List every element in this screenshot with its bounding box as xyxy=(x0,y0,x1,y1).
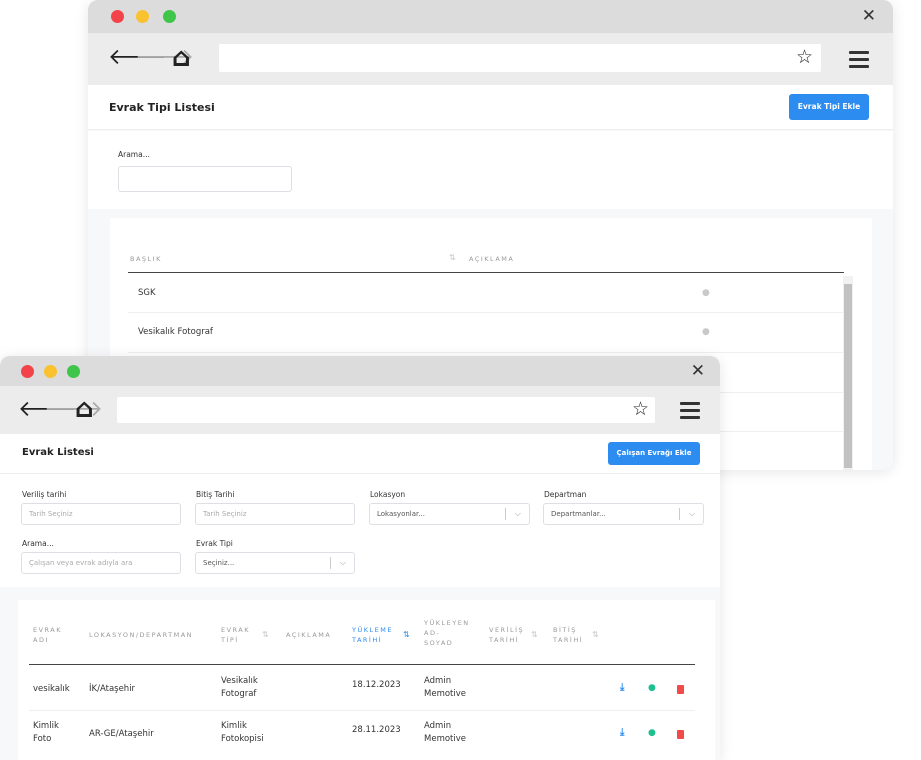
toggle-icon[interactable]: ● xyxy=(702,289,710,298)
add-document-type-button[interactable]: Evrak Tipi Ekle xyxy=(789,94,869,120)
scrollbar-thumb[interactable] xyxy=(844,284,852,468)
end-date-label: Bitiş Tarihi xyxy=(196,490,235,499)
close-icon[interactable]: ✕ xyxy=(862,8,876,25)
minimize-dot[interactable] xyxy=(44,365,57,378)
bookmark-star-icon[interactable]: ☆ xyxy=(796,48,813,67)
sort-desc-icon[interactable]: ⇅ xyxy=(403,630,410,639)
sort-icon[interactable]: ⇅ xyxy=(262,630,269,639)
cell-location: AR-GE/Ataşehir xyxy=(89,729,154,739)
location-label: Lokasyon xyxy=(370,490,406,499)
table-header-line xyxy=(29,664,695,665)
close-dot[interactable] xyxy=(111,10,124,23)
header-uploader: YÜKLEYEN AD- SOYAD xyxy=(424,619,470,647)
row-divider xyxy=(128,312,844,313)
cell-doc-type: Vesikalık Fotograf xyxy=(221,676,258,699)
maximize-dot[interactable] xyxy=(67,365,80,378)
delete-icon[interactable] xyxy=(677,730,684,739)
table-header-line xyxy=(128,272,844,273)
cell-upload-date: 18.12.2023 xyxy=(352,680,401,690)
header-location-department: LOKASYON/DEPARTMAN xyxy=(89,631,194,639)
front-title-bar: ✕ xyxy=(0,356,720,386)
search-label: Arama... xyxy=(118,150,150,159)
maximize-dot[interactable] xyxy=(163,10,176,23)
cell-uploader: Admin Memotive xyxy=(424,676,466,699)
toggle-icon[interactable]: ● xyxy=(648,684,656,693)
toggle-icon[interactable]: ● xyxy=(648,729,656,738)
doc-type-select-value: Seçiniz... xyxy=(203,559,235,567)
row-divider xyxy=(128,352,844,353)
back-nav-bar: 🡐 🡒 ⌂ ☆ xyxy=(88,33,893,85)
search-label: Arama... xyxy=(22,539,54,548)
home-icon[interactable]: ⌂ xyxy=(172,45,191,71)
cell-upload-date: 28.11.2023 xyxy=(352,725,401,735)
delete-icon[interactable] xyxy=(677,685,684,694)
front-page-header: Evrak Listesi Çalışan Evrağı Ekle xyxy=(0,434,720,474)
page-title: Evrak Listesi xyxy=(22,447,94,458)
search-input[interactable] xyxy=(118,166,292,192)
chevron-down-icon: ⌵ xyxy=(339,558,346,567)
cell-doc-type: Kimlik Fotokopisi xyxy=(221,721,264,744)
row-divider xyxy=(29,710,695,711)
cell-uploader: Admin Memotive xyxy=(424,721,466,744)
location-select-value: Lokasyonlar... xyxy=(377,510,425,518)
front-nav-bar: 🡐 🡒 ⌂ ☆ xyxy=(0,386,720,434)
row-title: SGK xyxy=(138,288,156,298)
add-employee-document-button[interactable]: Çalışan Evrağı Ekle xyxy=(608,442,700,465)
cell-doc-name: Kimlik Foto xyxy=(33,721,59,744)
department-select[interactable]: Departmanlar... ⌵ xyxy=(543,503,704,525)
search-input[interactable]: Çalışan veya evrak adıyla ara xyxy=(21,552,181,574)
issue-date-label: Veriliş tarihi xyxy=(22,490,67,499)
forward-arrow-icon[interactable]: 🡒 xyxy=(44,399,103,421)
back-title-bar: ✕ xyxy=(88,0,893,33)
search-panel: Arama... xyxy=(88,131,893,209)
hamburger-menu-icon[interactable] xyxy=(680,402,700,423)
minimize-dot[interactable] xyxy=(136,10,149,23)
document-table-card: EVRAK ADI LOKASYON/DEPARTMAN EVRAK TİPİ ⇅ … xyxy=(18,600,715,760)
download-icon[interactable]: ⤓ xyxy=(620,683,624,693)
table-scrollbar[interactable] xyxy=(843,276,853,470)
row-title: Vesikalık Fotograf xyxy=(138,327,213,337)
cell-doc-name: vesikalık xyxy=(33,684,70,694)
header-upload-date[interactable]: YÜKLEME TARİHİ xyxy=(352,625,393,645)
cell-location: İK/Ataşehir xyxy=(89,684,136,694)
header-doc-name: EVRAK ADI xyxy=(33,626,63,644)
front-browser-window: ✕ 🡐 🡒 ⌂ ☆ Evrak Listesi Çalışan Evrağı E… xyxy=(0,356,720,760)
back-page-header: Evrak Tipi Listesi Evrak Tipi Ekle xyxy=(88,85,893,130)
sort-icon[interactable]: ⇅ xyxy=(592,630,599,639)
close-icon[interactable]: ✕ xyxy=(691,363,705,380)
header-title: BAŞLIK xyxy=(130,255,162,263)
doc-type-label: Evrak Tipi xyxy=(196,539,233,548)
bookmark-star-icon[interactable]: ☆ xyxy=(632,400,649,419)
download-icon[interactable]: ⤓ xyxy=(620,728,624,738)
filter-panel: Veriliş tarihi Tarih Seçiniz Bitiş Tarih… xyxy=(0,475,720,587)
department-select-value: Departmanlar... xyxy=(551,510,606,518)
chevron-down-icon: ⌵ xyxy=(688,509,695,518)
header-doc-type: EVRAK TİPİ xyxy=(221,626,251,644)
hamburger-menu-icon[interactable] xyxy=(849,51,869,72)
location-select[interactable]: Lokasyonlar... ⌵ xyxy=(369,503,530,525)
sort-icon[interactable]: ⇅ xyxy=(449,253,456,262)
end-date-input[interactable]: Tarih Seçiniz xyxy=(195,503,355,525)
doc-type-select[interactable]: Seçiniz... ⌵ xyxy=(195,552,355,574)
department-label: Departman xyxy=(544,490,587,499)
sort-icon[interactable]: ⇅ xyxy=(531,630,538,639)
address-bar[interactable]: ☆ xyxy=(219,44,821,72)
header-description: AÇIKLAMA xyxy=(469,255,515,263)
chevron-down-icon: ⌵ xyxy=(514,509,521,518)
address-bar[interactable]: ☆ xyxy=(117,397,655,423)
home-icon[interactable]: ⌂ xyxy=(75,396,94,422)
header-issue-date: VERİLİŞ TARİHİ xyxy=(489,626,525,644)
issue-date-input[interactable]: Tarih Seçiniz xyxy=(21,503,181,525)
header-end-date: BİTİŞ TARİHİ xyxy=(553,626,584,644)
header-description: AÇIKLAMA xyxy=(286,631,332,639)
front-page-content: Evrak Listesi Çalışan Evrağı Ekle Verili… xyxy=(0,434,720,760)
page-title: Evrak Tipi Listesi xyxy=(109,101,215,114)
close-dot[interactable] xyxy=(21,365,34,378)
toggle-icon[interactable]: ● xyxy=(702,328,710,337)
